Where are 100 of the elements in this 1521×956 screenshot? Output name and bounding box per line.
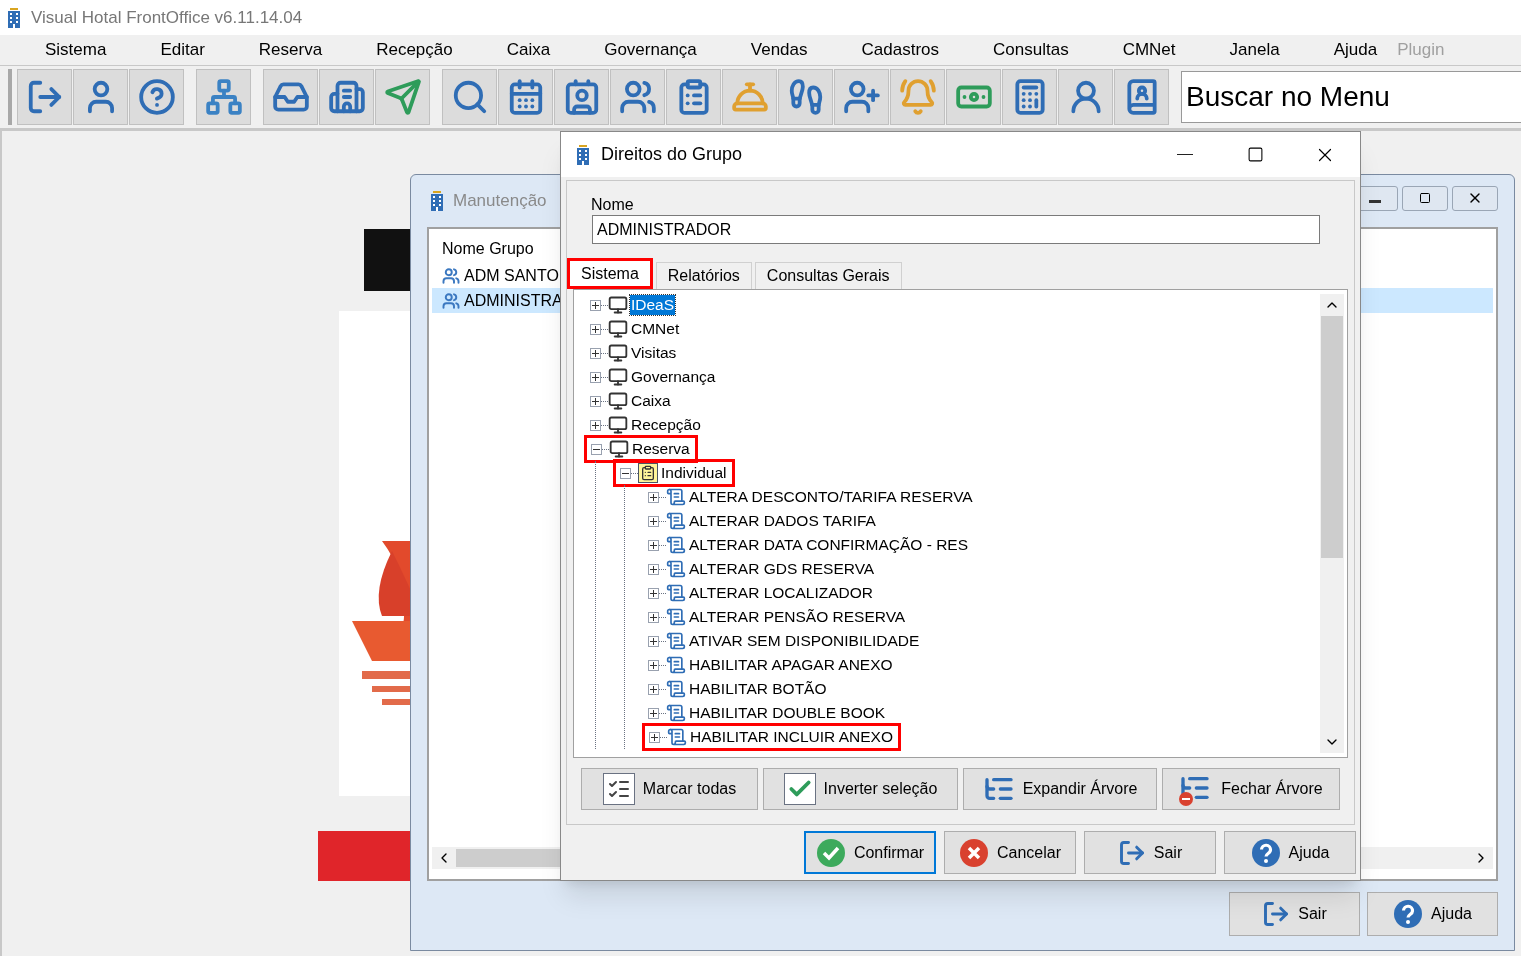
toolbar-button[interactable] [73, 69, 128, 125]
toolbar-button[interactable] [263, 69, 318, 125]
toolbar-button[interactable] [129, 69, 184, 125]
users-icon [442, 291, 460, 310]
tree-action-button[interactable]: Fechar Árvore [1162, 768, 1340, 810]
tree-item[interactable]: Visitas [630, 343, 678, 363]
dialog-button[interactable]: Confirmar [804, 831, 936, 874]
toolbar-button[interactable] [946, 69, 1001, 125]
window-title: Visual Hotal FrontOffice v6.11.14.04 [31, 6, 303, 29]
menu-item[interactable]: Recepção [376, 37, 453, 63]
close-button[interactable] [1452, 185, 1498, 211]
tree-item[interactable]: IDeaS [630, 295, 676, 315]
tree-item[interactable]: ALTERAR LOCALIZADOR [688, 583, 875, 603]
tab[interactable]: Consultas Gerais [754, 262, 902, 289]
computer-icon [608, 391, 628, 411]
expand-toggle[interactable] [590, 371, 601, 383]
menu-item[interactable]: Consultas [993, 37, 1069, 63]
menu-item[interactable]: Caixa [506, 37, 551, 63]
expand-toggle[interactable] [648, 563, 659, 575]
tab[interactable]: Sistema [567, 258, 653, 289]
expand-toggle[interactable] [590, 347, 601, 359]
expand-toggle[interactable] [590, 395, 601, 407]
menu-item[interactable]: Ajuda [1333, 37, 1378, 63]
tree-item[interactable]: HABILITAR APAGAR ANEXO [688, 655, 894, 675]
dialog-button[interactable]: Sair [1229, 891, 1360, 936]
tree-action-button[interactable]: Inverter seleção [763, 768, 958, 810]
toolbar-button[interactable] [1002, 69, 1057, 125]
tree-item[interactable]: Governança [630, 367, 717, 387]
toolbar-button[interactable] [375, 69, 430, 125]
toolbar-button[interactable] [834, 69, 889, 125]
bell-icon [898, 78, 937, 116]
tree-item[interactable]: ALTERAR DADOS TARIFA [688, 511, 877, 531]
vertical-scrollbar[interactable] [1320, 294, 1344, 753]
tree-item[interactable]: Recepção [630, 415, 702, 435]
document-icon [666, 559, 686, 579]
tree-action-button[interactable]: Expandir Árvore [963, 768, 1157, 810]
document-icon [666, 703, 686, 723]
expand-toggle[interactable] [590, 323, 601, 335]
tree-item[interactable]: HABILITAR BOTÃO [688, 679, 828, 699]
menu-item[interactable]: Reserva [258, 37, 323, 63]
tree-item[interactable]: ALTERA DESCONTO/TARIFA RESERVA [688, 487, 974, 507]
expand-toggle[interactable] [648, 491, 659, 503]
document-icon [666, 487, 686, 507]
tree-item[interactable]: Individual [660, 463, 728, 483]
toolbar-button[interactable] [442, 69, 497, 125]
menu-item[interactable]: Vendas [750, 37, 808, 63]
toolbar-button[interactable] [196, 69, 251, 125]
collapse-toggle[interactable] [620, 467, 631, 479]
checklist-icon [602, 773, 635, 805]
tree-action-button[interactable]: Marcar todas [581, 768, 758, 810]
toolbar-button[interactable] [17, 69, 72, 125]
tree-item[interactable]: HABILITAR INCLUIR ANEXO [689, 727, 894, 747]
toolbar-button[interactable] [610, 69, 665, 125]
expand-toggle[interactable] [648, 515, 659, 527]
expand-toggle[interactable] [648, 683, 659, 695]
expand-toggle[interactable] [649, 731, 660, 743]
column-header: Nome Grupo [441, 239, 535, 259]
restore-button[interactable] [1402, 185, 1448, 211]
sitemap-icon [204, 78, 243, 116]
dialog-button[interactable]: Ajuda [1224, 831, 1356, 874]
expand-toggle[interactable] [648, 587, 659, 599]
expand-toggle[interactable] [590, 299, 601, 311]
name-field[interactable]: ADMINISTRADOR [592, 215, 1320, 244]
toolbar-button[interactable] [319, 69, 374, 125]
tree-item[interactable]: ALTERAR DATA CONFIRMAÇÃO - RES [688, 535, 970, 555]
expand-toggle[interactable] [648, 611, 659, 623]
computer-icon [608, 319, 628, 339]
menu-search-field[interactable]: Buscar no Menu [1181, 71, 1521, 123]
expand-toggle[interactable] [648, 635, 659, 647]
tree-item[interactable]: ALTERAR PENSÃO RESERVA [688, 607, 907, 627]
expand-toggle[interactable] [648, 659, 659, 671]
toolbar-button[interactable] [554, 69, 609, 125]
tree-item[interactable]: Reserva [631, 439, 691, 459]
dialog-button[interactable]: Sair [1084, 831, 1216, 874]
building-icon [327, 78, 366, 116]
menu-item[interactable]: Janela [1229, 37, 1280, 63]
toolbar-button[interactable] [1058, 69, 1113, 125]
toolbar-button[interactable] [778, 69, 833, 125]
toolbar-button[interactable] [498, 69, 553, 125]
tree-item[interactable]: ATIVAR SEM DISPONIBILIDADE [688, 631, 921, 651]
user-plus-icon [842, 78, 881, 116]
computer-icon [609, 439, 629, 459]
collapse-toggle[interactable] [591, 443, 602, 455]
menu-item[interactable]: Editar [160, 37, 205, 63]
menu-item[interactable]: Sistema [45, 37, 107, 63]
expand-toggle[interactable] [648, 707, 659, 719]
tab[interactable]: Relatórios [655, 262, 752, 289]
dialog-button[interactable]: Cancelar [944, 831, 1076, 874]
menu-item[interactable]: Governança [604, 37, 697, 63]
menu-item[interactable]: CMNet [1122, 37, 1176, 63]
toolbar-button[interactable] [1114, 69, 1169, 125]
menu-item[interactable]: Cadastros [861, 37, 940, 63]
tree-item[interactable]: Caixa [630, 391, 672, 411]
tree-item[interactable]: CMNet [630, 319, 681, 339]
tree-item[interactable]: ALTERAR GDS RESERVA [688, 559, 876, 579]
expand-toggle[interactable] [590, 419, 601, 431]
dialog-button[interactable]: Ajuda [1367, 891, 1498, 936]
toolbar-button[interactable] [666, 69, 721, 125]
expand-toggle[interactable] [648, 539, 659, 551]
tree-item[interactable]: HABILITAR DOUBLE BOOK [688, 703, 887, 723]
